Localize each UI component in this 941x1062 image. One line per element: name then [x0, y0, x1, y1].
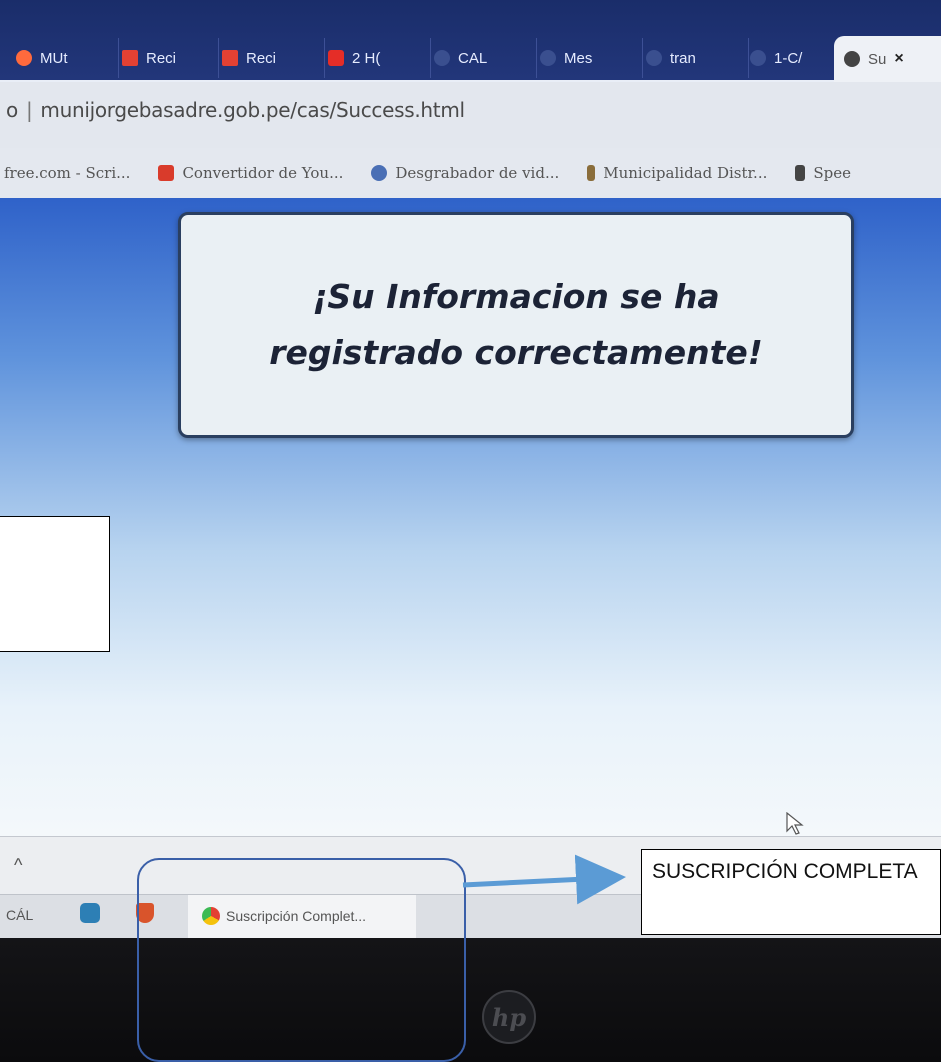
url-text: munijorgebasadre.gob.pe/cas/Success.html: [40, 98, 465, 122]
tab-label: Su: [868, 50, 887, 68]
tab-label: tran: [670, 49, 696, 67]
gmail-icon: [222, 50, 238, 66]
bookmark-free[interactable]: free.com - Scri...: [4, 164, 130, 182]
tab-label: MUt: [40, 49, 68, 67]
globe-icon: [646, 50, 662, 66]
address-url[interactable]: o | munijorgebasadre.gob.pe/cas/Success.ht…: [6, 98, 465, 122]
success-message: ¡Su Informacion se ha registrado correct…: [269, 277, 763, 372]
globe-icon: [844, 51, 860, 67]
taskbar-item-label: CÁL: [6, 907, 34, 923]
browser-tab-strip: MUt Reci Reci 2 H( CAL Mes tran 1-C/ Su …: [0, 0, 941, 82]
tab-gmail-1[interactable]: Reci: [112, 38, 219, 78]
bookmark-label: Convertidor de You...: [182, 164, 344, 182]
hp-logo: hp: [482, 990, 536, 1044]
globe-icon: [750, 50, 766, 66]
tab-label: 2 H(: [352, 49, 381, 67]
page-content: ¡Su Informacion se ha registrado correct…: [0, 198, 941, 836]
annotation-label-box: SUSCRIPCIÓN COMPLETA: [641, 849, 941, 935]
mic-icon: [795, 165, 806, 181]
bookmark-label: Spee: [813, 164, 851, 182]
app-icon: [80, 903, 100, 923]
address-prefix: o: [6, 98, 18, 122]
tab-label: Mes: [564, 49, 593, 67]
circle-icon: [371, 165, 388, 181]
annotation-label: SUSCRIPCIÓN COMPLETA: [652, 860, 918, 883]
close-tab-icon[interactable]: ×: [894, 50, 903, 68]
moon-icon: [16, 50, 32, 66]
taskbar-item-cal[interactable]: CÁL: [6, 907, 33, 923]
address-bar[interactable]: o | munijorgebasadre.gob.pe/cas/Success.ht…: [0, 82, 941, 149]
tab-label: Reci: [246, 49, 277, 67]
chevron-up-icon[interactable]: ^: [14, 855, 22, 876]
globe-icon: [434, 50, 450, 66]
bookmark-municipalidad[interactable]: Municipalidad Distr...: [587, 164, 767, 182]
bookmark-label: free.com - Scri...: [4, 164, 131, 182]
play-icon: [158, 165, 175, 181]
tab-label: 1-C/: [774, 49, 803, 67]
tab-label: Reci: [146, 49, 177, 67]
video-icon: [328, 50, 344, 66]
tab-mut[interactable]: MUt: [6, 38, 119, 78]
bookmark-spee[interactable]: Spee: [795, 164, 851, 182]
tab-video[interactable]: 2 H(: [318, 38, 431, 78]
bottle-icon: [587, 165, 596, 181]
mouse-pointer-icon: [786, 812, 804, 835]
globe-icon: [540, 50, 556, 66]
success-message-box: ¡Su Informacion se ha registrado correct…: [178, 212, 854, 438]
address-separator: |: [25, 98, 33, 122]
highlight-rectangle: [137, 858, 466, 1062]
tab-1c[interactable]: 1-C/: [740, 38, 843, 78]
taskbar-item-app[interactable]: [80, 903, 100, 923]
tab-cal[interactable]: CAL: [424, 38, 537, 78]
bookmarks-bar: free.com - Scri... Convertidor de You...…: [0, 148, 941, 199]
bookmark-desgrabador[interactable]: Desgrabador de vid...: [371, 164, 559, 182]
bookmark-label: Municipalidad Distr...: [603, 164, 768, 182]
blank-annotation-box: [0, 516, 110, 652]
bookmark-convertidor[interactable]: Convertidor de You...: [158, 164, 343, 182]
tab-mes[interactable]: Mes: [530, 38, 643, 78]
bookmark-label: Desgrabador de vid...: [395, 164, 560, 182]
gmail-icon: [122, 50, 138, 66]
tab-success-active[interactable]: Su ×: [834, 36, 941, 82]
tab-label: CAL: [458, 49, 488, 67]
tab-gmail-2[interactable]: Reci: [212, 38, 325, 78]
tab-tran[interactable]: tran: [636, 38, 749, 78]
